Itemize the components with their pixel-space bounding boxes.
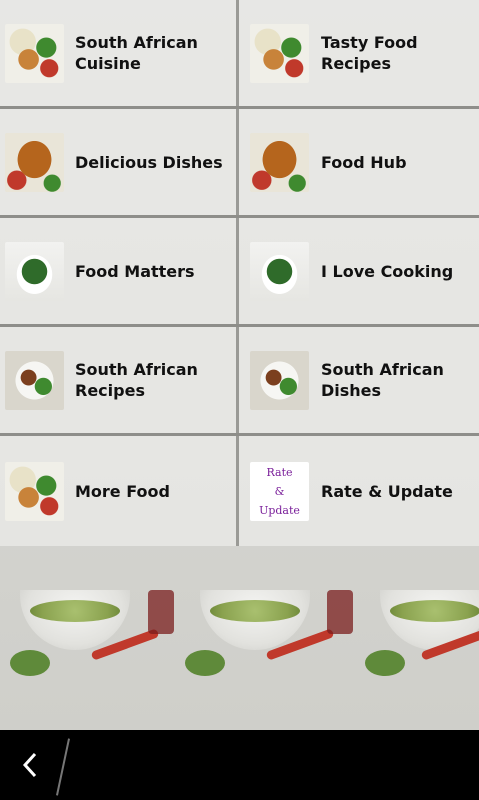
meat-salad-image: [250, 351, 309, 410]
background-glass: [148, 590, 174, 634]
chevron-left-icon-glyph: [22, 752, 37, 778]
background-leaf: [10, 650, 50, 676]
salad-bowl-image: [5, 242, 64, 301]
rate-thumb-line: Update: [259, 504, 300, 517]
menu-item-label: Delicious Dishes: [75, 152, 223, 172]
curry-dish-image: [250, 133, 309, 192]
menu-item-rate-update[interactable]: Rate & Update Rate & Update: [239, 436, 479, 546]
menu-item-label: Tasty Food Recipes: [321, 33, 418, 73]
menu-item-label: South African Recipes: [75, 360, 198, 400]
background-leaf: [365, 650, 405, 676]
menu-item-delicious-dishes[interactable]: Delicious Dishes: [0, 109, 236, 215]
rate-update-image: Rate & Update: [250, 462, 309, 521]
menu-item-south-african-dishes[interactable]: South African Dishes: [239, 327, 479, 433]
menu-item-label: Food Hub: [321, 152, 407, 172]
menu-item-label: More Food: [75, 481, 170, 501]
menu-item-i-love-cooking[interactable]: I Love Cooking: [239, 218, 479, 324]
falafel-plate-image: [5, 24, 64, 83]
background-peas: [30, 600, 120, 622]
rate-thumb-line: &: [274, 485, 285, 498]
background-glass: [327, 590, 353, 634]
chevron-left-icon[interactable]: [14, 749, 46, 781]
falafel-plate-image: [5, 462, 64, 521]
curry-dish-image: [5, 133, 64, 192]
background-peas: [210, 600, 300, 622]
falafel-plate-image: [250, 24, 309, 83]
background-peas: [390, 600, 479, 622]
menu-item-south-african-cuisine[interactable]: South African Cuisine: [0, 0, 236, 106]
navbar-separator: [55, 738, 71, 796]
menu-item-tasty-food-recipes[interactable]: Tasty Food Recipes: [239, 0, 479, 106]
salad-bowl-image: [250, 242, 309, 301]
menu-item-label: Rate & Update: [321, 481, 453, 501]
menu-grid: South African Cuisine Tasty Food Recipes…: [0, 0, 479, 546]
meat-salad-image: [5, 351, 64, 410]
menu-item-label: South African Dishes: [321, 360, 444, 400]
menu-item-south-african-recipes[interactable]: South African Recipes: [0, 327, 236, 433]
menu-item-label: I Love Cooking: [321, 261, 454, 281]
rate-thumb-line: Rate: [266, 466, 293, 479]
menu-item-more-food[interactable]: More Food: [0, 436, 236, 546]
navigation-bar: [0, 730, 479, 800]
menu-item-label: South African Cuisine: [75, 33, 198, 73]
menu-item-food-matters[interactable]: Food Matters: [0, 218, 236, 324]
background-leaf: [185, 650, 225, 676]
menu-item-label: Food Matters: [75, 261, 195, 281]
menu-item-food-hub[interactable]: Food Hub: [239, 109, 479, 215]
